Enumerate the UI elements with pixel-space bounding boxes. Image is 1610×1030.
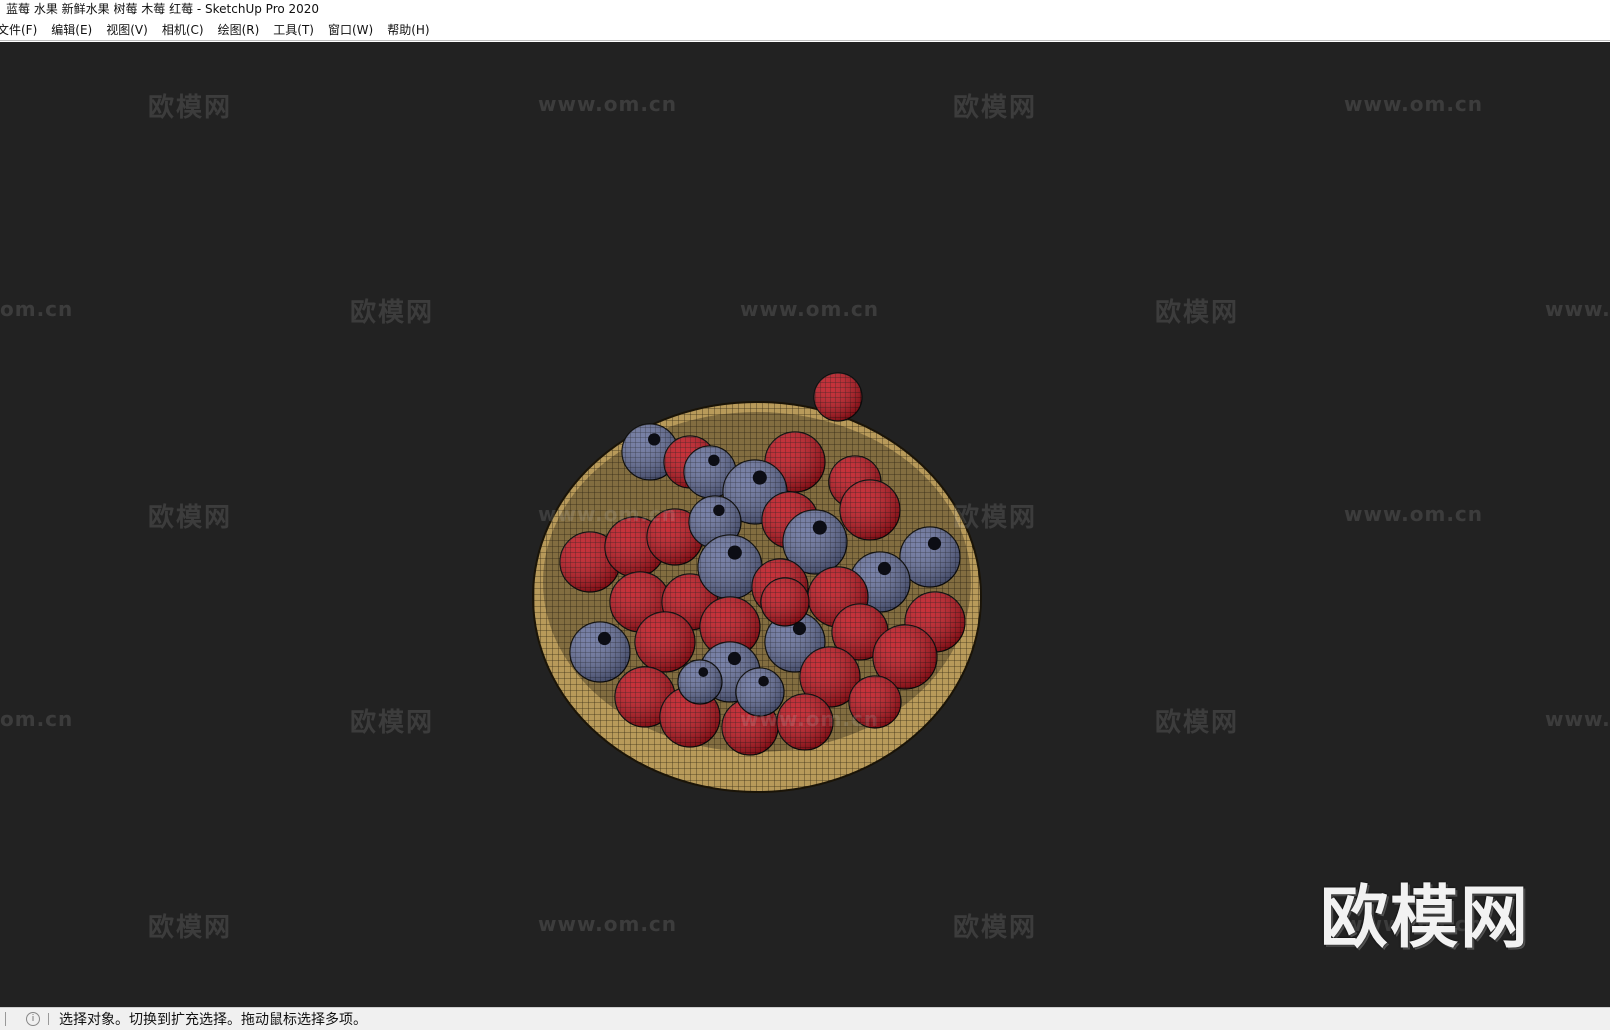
- menu-view[interactable]: 视图(V): [99, 20, 155, 40]
- watermark-brand: 欧模网: [148, 503, 233, 533]
- watermark-url-partial: om.cn: [0, 707, 74, 731]
- berry-shading: [570, 622, 630, 682]
- menu-camera[interactable]: 相机(C): [155, 20, 211, 40]
- menu-edit[interactable]: 编辑(E): [44, 20, 99, 40]
- watermark-brand-large: 欧模网: [1320, 879, 1531, 958]
- blueberry-crown: [597, 631, 612, 646]
- watermark-brand: 欧模网: [350, 708, 435, 738]
- berry-shading: [678, 660, 722, 704]
- watermark-brand: 欧模网: [953, 503, 1038, 533]
- blueberry-crown: [812, 520, 827, 535]
- berry-shading: [635, 612, 695, 672]
- watermark-url: www.om.cn: [1344, 502, 1484, 526]
- menu-help[interactable]: 帮助(H): [380, 20, 436, 40]
- menu-tools[interactable]: 工具(T): [266, 20, 321, 40]
- blueberry-crown: [752, 470, 767, 485]
- status-text: 选择对象。切换到扩充选择。拖动鼠标选择多项。: [59, 1012, 367, 1028]
- blueberry-crown: [727, 651, 742, 666]
- watermark-url: www.om.cn: [538, 502, 678, 526]
- sketchup-window: 蓝莓 水果 新鲜水果 树莓 木莓 红莓 - SketchUp Pro 2020 …: [0, 0, 1610, 1030]
- berry-shading: [840, 480, 900, 540]
- watermark-url: www.om.cn: [538, 92, 678, 116]
- status-divider: [48, 1013, 49, 1025]
- blueberry-crown: [708, 454, 720, 467]
- watermark-brand: 欧模网: [148, 93, 233, 123]
- berry-shading: [814, 373, 862, 421]
- menu-bar: 文件(F) 编辑(E) 视图(V) 相机(C) 绘图(R) 工具(T) 窗口(W…: [0, 20, 1610, 41]
- blueberry-crown: [713, 504, 725, 517]
- watermark-url-partial: om.cn: [0, 297, 74, 321]
- watermark-url: www.om.cn: [740, 707, 880, 731]
- status-bar: i 选择对象。切换到扩充选择。拖动鼠标选择多项。: [0, 1007, 1610, 1030]
- blueberry-crown: [698, 667, 709, 677]
- berry-shading: [761, 578, 809, 626]
- menu-window[interactable]: 窗口(W): [321, 20, 380, 40]
- watermark-url-partial: www.: [1545, 297, 1610, 321]
- blueberry-crown: [648, 433, 661, 446]
- blueberry-crown: [877, 561, 892, 576]
- info-icon[interactable]: i: [26, 1012, 40, 1026]
- blueberry-crown: [927, 536, 942, 551]
- watermark-brand: 欧模网: [350, 298, 435, 328]
- watermark-brand: 欧模网: [1155, 298, 1240, 328]
- watermark-brand: 欧模网: [148, 913, 233, 943]
- menu-file[interactable]: 文件(F): [0, 20, 44, 40]
- blueberry-crown: [758, 675, 769, 687]
- watermark-url: www.om.cn: [538, 912, 678, 936]
- watermark-brand: 欧模网: [1155, 708, 1240, 738]
- watermark-brand: 欧模网: [953, 913, 1038, 943]
- status-divider: [0, 1012, 6, 1026]
- watermark-url: www.om.cn: [1344, 92, 1484, 116]
- watermark-url-partial: www.: [1545, 707, 1610, 731]
- watermark-brand: 欧模网: [953, 93, 1038, 123]
- model-viewport[interactable]: 欧模网 www.om.cn 欧模网 www.om.cn om.cn 欧模网 ww…: [0, 42, 1610, 1007]
- menu-draw[interactable]: 绘图(R): [211, 20, 267, 40]
- watermark-url: www.om.cn: [740, 297, 880, 321]
- window-title: 蓝莓 水果 新鲜水果 树莓 木莓 红莓 - SketchUp Pro 2020: [0, 0, 1610, 20]
- blueberry-crown: [727, 545, 742, 560]
